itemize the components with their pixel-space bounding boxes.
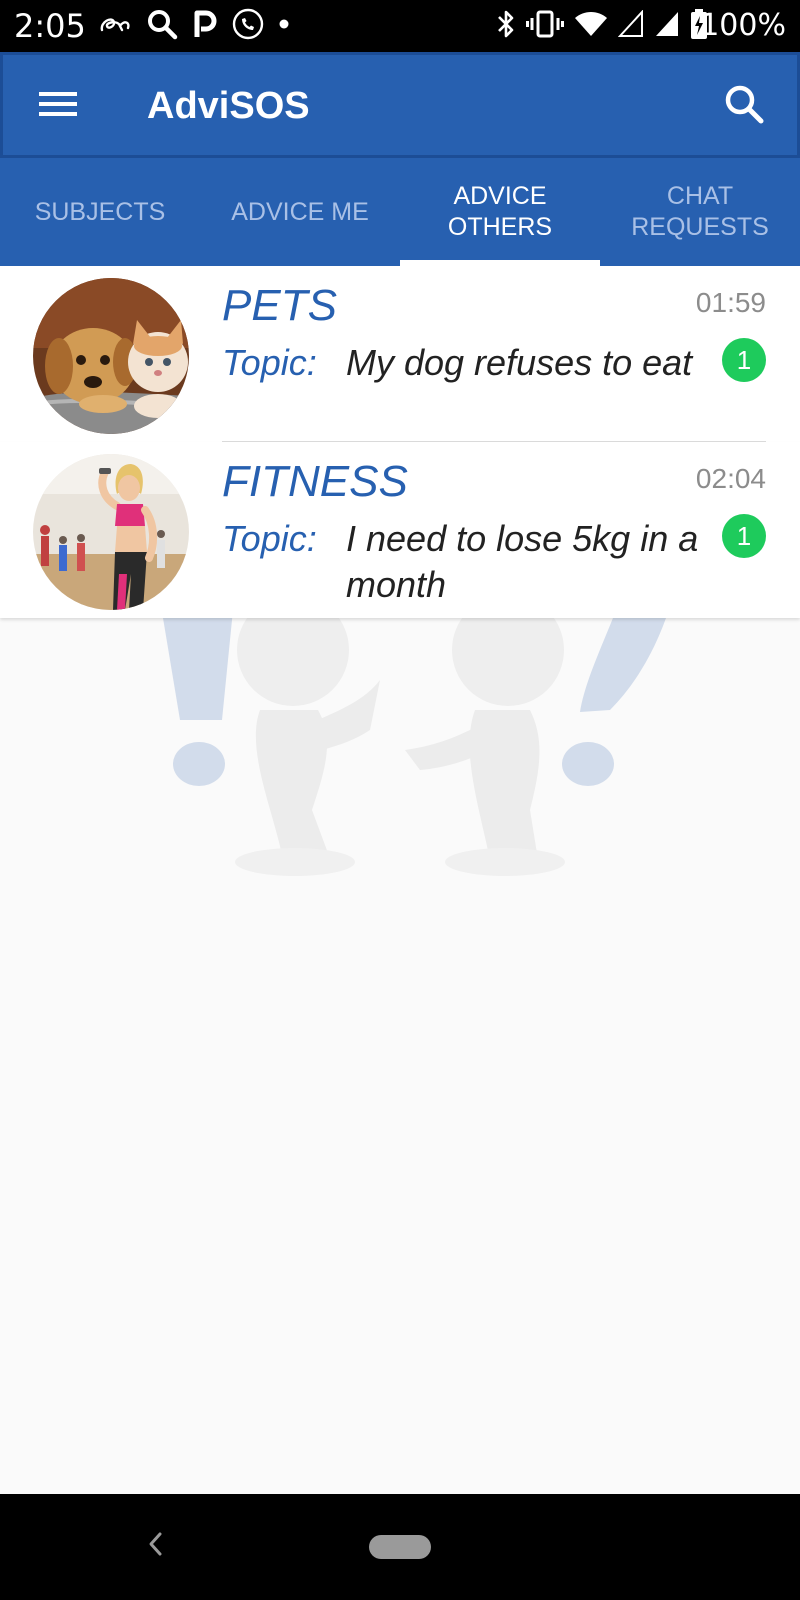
- tab-subjects[interactable]: SUBJECTS: [0, 158, 200, 266]
- dot-icon: [278, 17, 290, 35]
- unread-badge: 1: [722, 338, 766, 382]
- back-button[interactable]: [136, 1524, 176, 1568]
- search-button[interactable]: [717, 79, 771, 133]
- bluetooth-icon: [496, 8, 516, 45]
- tab-label: SUBJECTS: [34, 197, 166, 226]
- status-time: 2:05: [14, 7, 86, 45]
- cursive-a-icon: [98, 12, 132, 41]
- subject-name: PETS: [222, 281, 337, 330]
- chat-list-item[interactable]: FITNESS 02:04 Topic: I need to lose 5kg …: [0, 442, 800, 618]
- signal-empty-icon: [617, 8, 644, 43]
- unread-badge: 1: [722, 514, 766, 558]
- tab-chat-requests[interactable]: CHAT REQUESTS: [600, 158, 800, 266]
- home-pill-icon[interactable]: [369, 1535, 431, 1559]
- tab-advice-me[interactable]: ADVICE ME: [200, 158, 400, 266]
- search-icon: [146, 8, 178, 45]
- parking-icon: [192, 9, 218, 44]
- chat-list: PETS 01:59 Topic: My dog refuses to eat …: [0, 266, 800, 618]
- chat-time: 02:04: [695, 463, 766, 494]
- status-notification-icons: [98, 8, 290, 44]
- tab-label: CHAT REQUESTS: [631, 182, 769, 241]
- topic-label: Topic:: [222, 518, 317, 559]
- topic-text: My dog refuses to eat: [346, 342, 693, 383]
- topic-text: I need to lose 5kg in a month: [346, 518, 699, 605]
- fitness-avatar: [33, 454, 189, 610]
- tab-label: ADVICE ME: [231, 197, 369, 226]
- status-system-icons: [496, 8, 708, 44]
- menu-button[interactable]: [33, 81, 83, 131]
- back-chevron-icon: [146, 1530, 166, 1563]
- chat-list-item[interactable]: PETS 01:59 Topic: My dog refuses to eat …: [0, 266, 800, 442]
- hamburger-menu-icon: [39, 90, 77, 123]
- subject-name: FITNESS: [222, 457, 408, 506]
- pets-avatar: [33, 278, 189, 434]
- phone-icon: [232, 8, 264, 45]
- tab-label: ADVICE OTHERS: [447, 182, 553, 241]
- background-illustration: [0, 594, 800, 920]
- status-bar: 2:05 100%: [0, 0, 800, 52]
- navigation-bar: [0, 1494, 800, 1600]
- app-title: AdviSOS: [147, 85, 310, 127]
- tab-bar: SUBJECTS ADVICE ME ADVICE OTHERS CHAT RE…: [0, 158, 800, 266]
- chat-time: 01:59: [695, 287, 766, 318]
- app-bar: AdviSOS: [0, 52, 800, 158]
- wifi-icon: [574, 10, 608, 43]
- search-icon: [723, 83, 765, 130]
- topic-label: Topic:: [222, 342, 317, 383]
- vibrate-icon: [526, 9, 564, 44]
- signal-icon: [654, 10, 680, 43]
- tab-advice-others[interactable]: ADVICE OTHERS: [400, 158, 600, 266]
- battery-percentage: 100%: [700, 8, 786, 43]
